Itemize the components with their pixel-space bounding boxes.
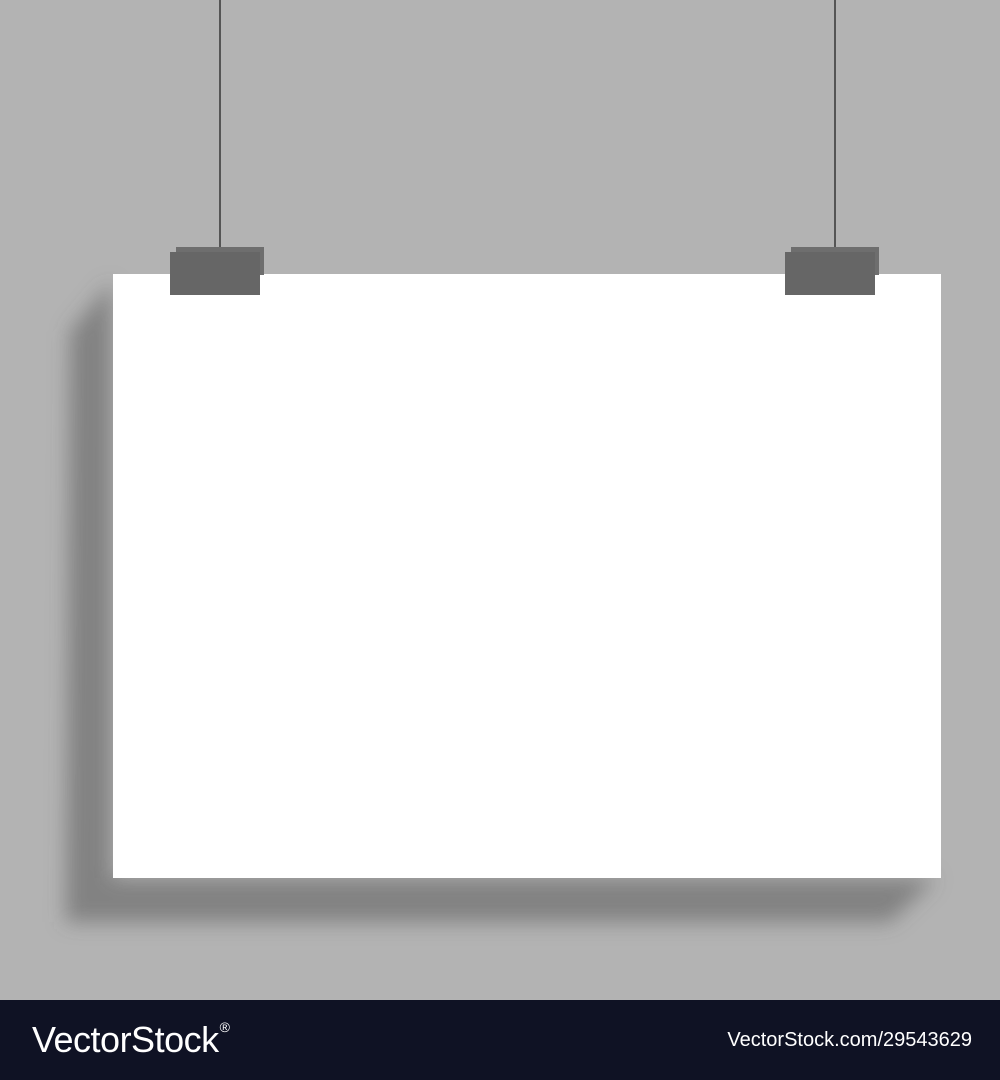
left-binder-clip bbox=[170, 247, 264, 295]
stock-image-canvas: VectorStock ® VectorStock.com/29543629 bbox=[0, 0, 1000, 1080]
logo-text: VectorStock bbox=[32, 1019, 219, 1060]
registered-mark: ® bbox=[219, 1019, 230, 1035]
watermark-footer-bar: VectorStock ® VectorStock.com/29543629 bbox=[0, 1000, 1000, 1080]
image-id-text: VectorStock.com/29543629 bbox=[727, 1029, 972, 1051]
blank-poster-paper bbox=[113, 274, 941, 878]
right-binder-clip bbox=[785, 247, 879, 295]
hanging-poster-scene bbox=[0, 0, 1000, 1000]
vectorstock-logo: VectorStock ® bbox=[32, 1019, 230, 1060]
